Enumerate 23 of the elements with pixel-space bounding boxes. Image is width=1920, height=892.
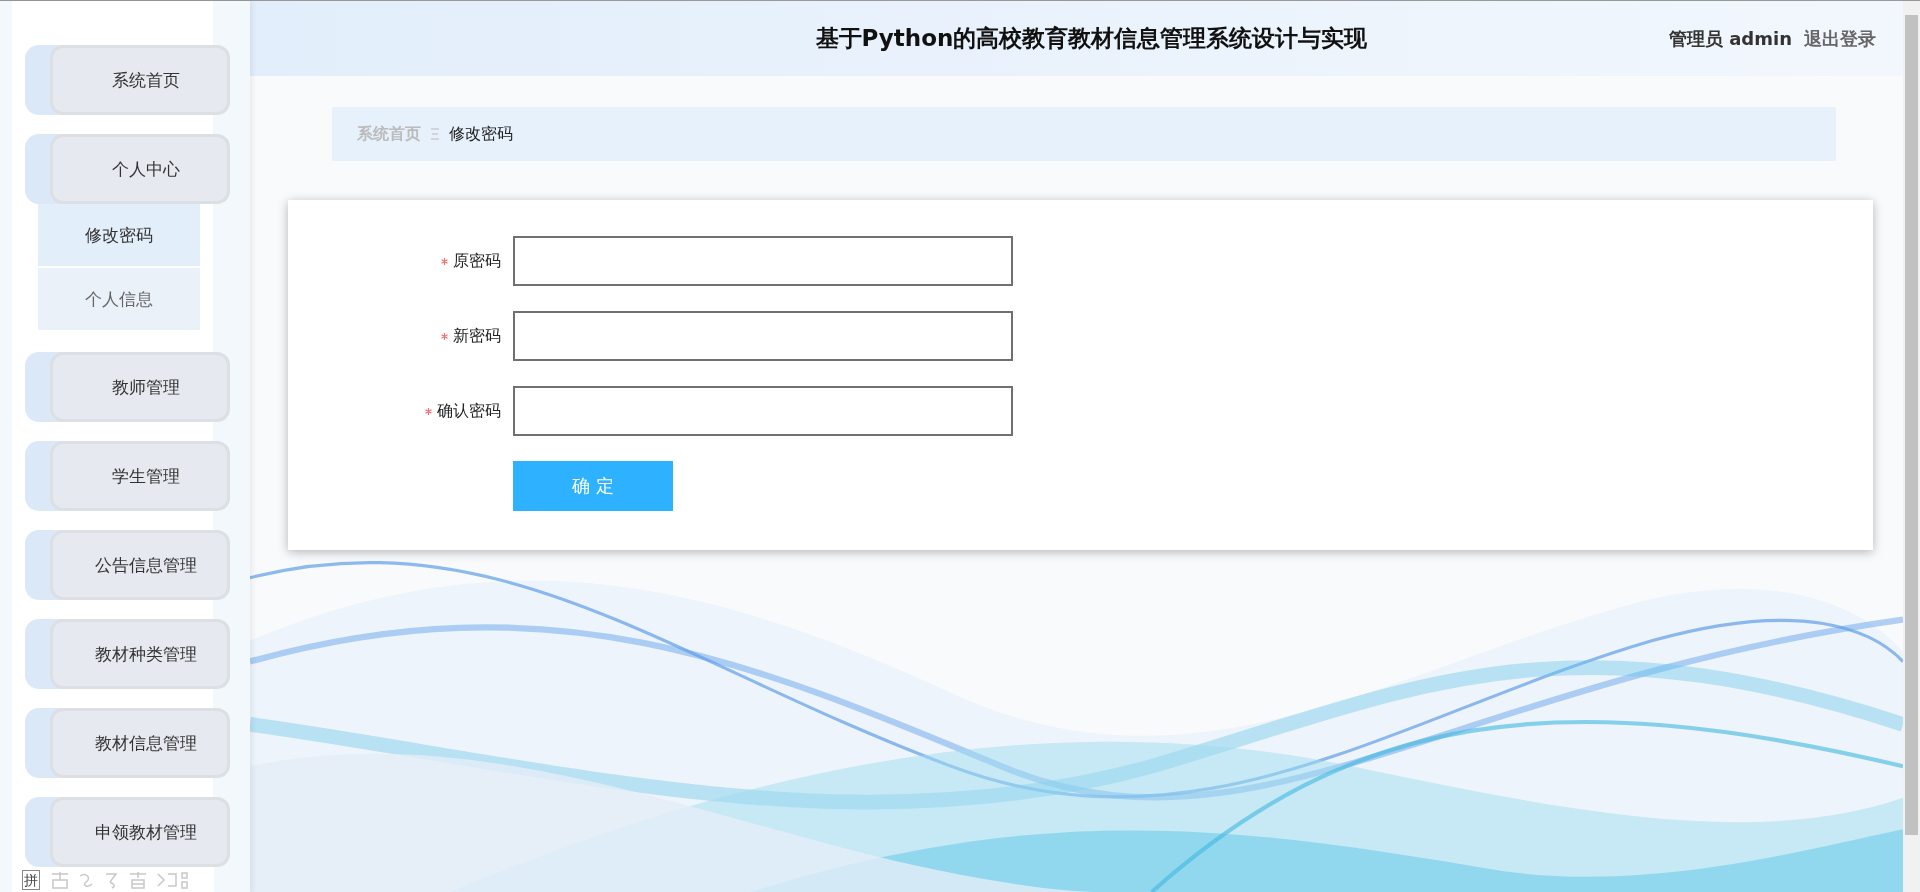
menu-item[interactable]: 学生管理 <box>50 441 230 511</box>
submenu-item[interactable]: 修改密码 <box>38 204 200 266</box>
field-label: 原密码 <box>453 250 501 272</box>
user-name: 管理员 admin <box>1668 26 1792 51</box>
scrollbar-thumb[interactable] <box>1905 15 1918 835</box>
menu-item[interactable]: 个人中心 <box>50 134 230 204</box>
menu-item[interactable]: 系统首页 <box>50 45 230 115</box>
submenu-item[interactable]: 个人信息 <box>38 268 200 330</box>
menu-item[interactable]: 教材种类管理 <box>50 619 230 689</box>
separator-icon <box>431 128 439 140</box>
menu-item[interactable]: 公告信息管理 <box>50 530 230 600</box>
field-label: 新密码 <box>453 325 501 347</box>
input-mode-button[interactable]: 拼 <box>22 870 40 890</box>
menu-item[interactable]: 教材信息管理 <box>50 708 230 778</box>
menu-item[interactable]: 申领教材管理 <box>50 797 230 867</box>
password-field[interactable] <box>513 311 1013 361</box>
field-label: 确认密码 <box>437 400 501 422</box>
password-field[interactable] <box>513 386 1013 436</box>
scrollbar[interactable] <box>1903 1 1920 892</box>
logout-link[interactable]: 退出登录 <box>1804 26 1876 51</box>
password-field[interactable] <box>513 236 1013 286</box>
menu-item[interactable]: 教师管理 <box>50 352 230 422</box>
page-title: 基于Python的高校教育教材信息管理系统设计与实现 <box>815 24 1368 53</box>
